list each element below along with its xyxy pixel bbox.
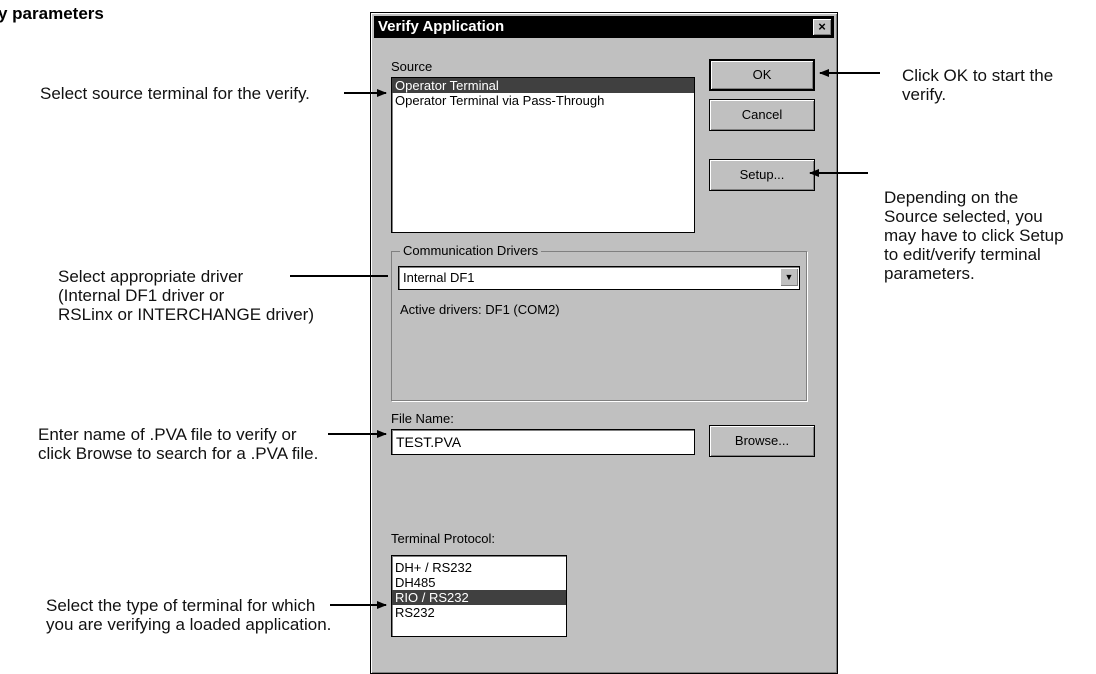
callout-arrows — [290, 69, 880, 609]
